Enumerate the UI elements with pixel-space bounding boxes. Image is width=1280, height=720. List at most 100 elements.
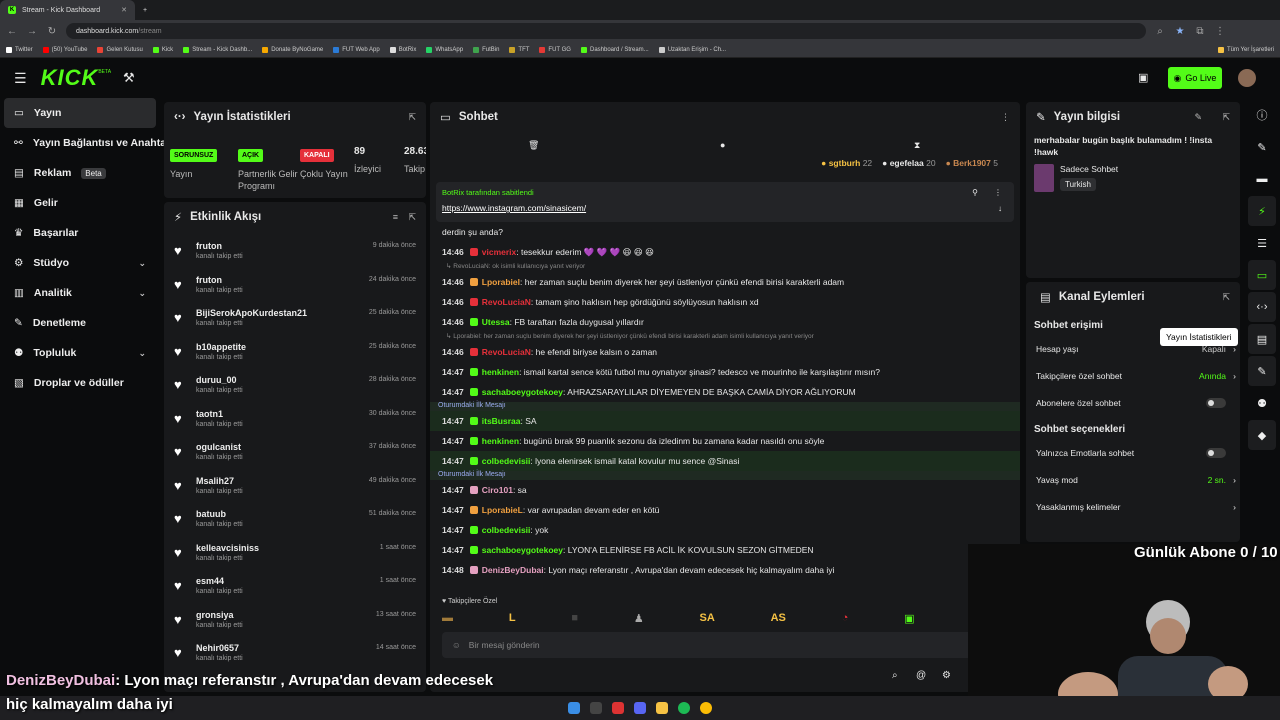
activity-user[interactable]: ogulcanist: [196, 442, 243, 452]
bookmark-item[interactable]: FutBin: [473, 46, 499, 53]
users-icon[interactable]: ⚉: [1248, 388, 1276, 418]
info-icon[interactable]: ⓘ: [1248, 100, 1276, 130]
top-chatter[interactable]: ● Berk1907 5: [946, 158, 998, 176]
bookmark-item[interactable]: Kick: [152, 46, 173, 53]
folder-icon[interactable]: [656, 702, 668, 714]
sidebar-item-moderation[interactable]: ✎ Denetleme: [0, 308, 160, 338]
slow-mode-row[interactable]: Yavaş mod 2 sn. ›: [1026, 466, 1240, 493]
forward-icon[interactable]: →: [26, 26, 38, 37]
bookmark-item[interactable]: (50) YouTube: [42, 46, 87, 53]
stats-icon[interactable]: ‹·›: [1248, 292, 1276, 322]
sidebar-item-stream-key[interactable]: ⚯ Yayın Bağlantısı ve Anahtarı: [0, 128, 173, 158]
activity-user[interactable]: fruton: [196, 275, 243, 285]
message-user[interactable]: Utessa: [482, 316, 510, 328]
url-input[interactable]: dashboard.kick.com/stream: [66, 23, 1146, 39]
reload-icon[interactable]: ↻: [46, 26, 58, 37]
banned-words-row[interactable]: Yasaklanmış kelimeler ›: [1026, 493, 1240, 520]
bolt-icon[interactable]: ⚡: [1248, 196, 1276, 226]
zoom-icon[interactable]: ⌕: [1154, 26, 1166, 37]
actions-icon[interactable]: ▤: [1248, 324, 1276, 354]
expand-icon[interactable]: ↓: [998, 204, 1002, 213]
kick-logo[interactable]: KICK: [41, 65, 99, 91]
trash-icon[interactable]: 🗑: [528, 140, 539, 151]
edit-icon[interactable]: ✎: [1248, 132, 1276, 162]
message-user[interactable]: sachaboeygotekoey: [482, 386, 563, 398]
new-tab-button[interactable]: +: [135, 0, 155, 20]
windows-start-icon[interactable]: [568, 702, 580, 714]
emote[interactable]: AS: [771, 612, 786, 625]
message-user[interactable]: henkinen: [482, 366, 519, 378]
activity-user[interactable]: Nehir0657: [196, 643, 243, 653]
message-user[interactable]: sachaboeygotekoey: [482, 544, 563, 556]
emote[interactable]: ▣: [904, 612, 914, 625]
hourglass-icon[interactable]: ⧗: [914, 140, 920, 151]
message-user[interactable]: Ciro101: [482, 484, 513, 496]
activity-user[interactable]: duruu_00: [196, 375, 243, 385]
studio-icon[interactable]: ▣: [1138, 71, 1148, 84]
emote[interactable]: ■: [571, 612, 578, 625]
bookmark-item[interactable]: TFT: [509, 46, 529, 53]
message-user[interactable]: colbedevisii: [482, 524, 531, 536]
bookmark-item[interactable]: Dashboard / Stream...: [580, 46, 649, 53]
hamburger-icon[interactable]: ☰: [14, 70, 27, 87]
top-chatter[interactable]: ● egefelaa 20: [882, 158, 935, 176]
message-user[interactable]: colbedevisii: [482, 455, 531, 467]
list-icon[interactable]: ☰: [1248, 228, 1276, 258]
search-icon[interactable]: ⌕: [892, 670, 898, 681]
message-user[interactable]: RevoLuciaN: [482, 296, 531, 308]
emoji-icon[interactable]: ☺: [452, 640, 461, 650]
message-user[interactable]: henkinen: [482, 435, 519, 447]
all-bookmarks[interactable]: Tüm Yer İşaretleri: [1217, 46, 1274, 53]
activity-user[interactable]: taotn1: [196, 409, 243, 419]
layout-icon[interactable]: ▬: [1248, 164, 1276, 194]
popout-icon[interactable]: ⇱: [1222, 112, 1230, 123]
activity-user[interactable]: gronsiya: [196, 610, 243, 620]
menu-dots-icon[interactable]: ⋮: [1214, 26, 1226, 37]
emote[interactable]: ◔: [842, 612, 849, 625]
sidebar-item-achievements[interactable]: ♛ Başarılar: [0, 218, 160, 248]
emote-only-toggle[interactable]: [1206, 447, 1226, 458]
bookmark-item[interactable]: Stream - Kick Dashb...: [183, 46, 252, 53]
spotify-icon[interactable]: [678, 702, 690, 714]
message-user[interactable]: DenizBeyDubai: [482, 564, 544, 576]
avatar[interactable]: [1238, 69, 1256, 87]
sidebar-item-studio[interactable]: ⚙ Stüdyo ⌄: [0, 248, 160, 278]
bookmark-item[interactable]: BotRix: [389, 46, 416, 53]
close-tab-icon[interactable]: ✕: [121, 6, 127, 14]
menu-dots-icon[interactable]: ⋮: [994, 188, 1002, 197]
message-user[interactable]: vicmerix: [482, 246, 517, 258]
activity-user[interactable]: fruton: [196, 241, 243, 251]
bookmark-item[interactable]: Uzaktan Erişim - Ch...: [658, 46, 726, 53]
sidebar-item-ads[interactable]: ▤ Reklam Beta: [0, 158, 160, 188]
sidebar-item-analytics[interactable]: ▥ Analitik ⌄: [0, 278, 160, 308]
star-icon[interactable]: ★: [1174, 26, 1186, 37]
discord-icon[interactable]: [634, 702, 646, 714]
filter-icon[interactable]: ≡: [393, 212, 398, 222]
menu-dots-icon[interactable]: ⋮: [1001, 112, 1010, 123]
hammer-icon[interactable]: ⚒: [123, 70, 135, 86]
bookmark-item[interactable]: FUT Web App: [333, 46, 380, 53]
activity-user[interactable]: esm44: [196, 576, 243, 586]
sidebar-item-revenue[interactable]: ▦ Gelir: [0, 188, 160, 218]
message-user[interactable]: RevoLuciaN: [482, 346, 531, 358]
activity-user[interactable]: BijiSerokApoKurdestan21: [196, 308, 307, 318]
top-chatter[interactable]: ● sgtburh 22: [821, 158, 872, 176]
bookmark-item[interactable]: Donate ByNoGame: [262, 46, 323, 53]
sidebar-item-community[interactable]: ⚉ Topluluk ⌄: [0, 338, 160, 368]
search-icon[interactable]: [590, 702, 602, 714]
category-name[interactable]: Sadece Sohbet: [1060, 164, 1118, 174]
followers-only-row[interactable]: Takipçilere özel sohbet Anında ›: [1026, 362, 1240, 389]
activity-user[interactable]: kelleavcisiniss: [196, 543, 259, 553]
sidebar-item-drops[interactable]: ▧ Droplar ve ödüller: [0, 368, 160, 398]
go-live-button[interactable]: ◉ Go Live: [1168, 67, 1222, 89]
browser-tab[interactable]: K Stream - Kick Dashboard ✕: [0, 0, 135, 20]
activity-user[interactable]: batuub: [196, 509, 243, 519]
edit-icon[interactable]: ✎: [1194, 112, 1202, 123]
message-user[interactable]: LporabieL: [482, 504, 523, 516]
subscribers-only-toggle[interactable]: [1206, 397, 1226, 408]
message-user[interactable]: itsBusraa: [482, 415, 521, 427]
at-icon[interactable]: @: [916, 670, 926, 681]
bookmark-item[interactable]: FUT GG: [539, 46, 571, 53]
speech-icon[interactable]: ●: [720, 140, 725, 150]
emote[interactable]: ▬: [442, 612, 453, 625]
